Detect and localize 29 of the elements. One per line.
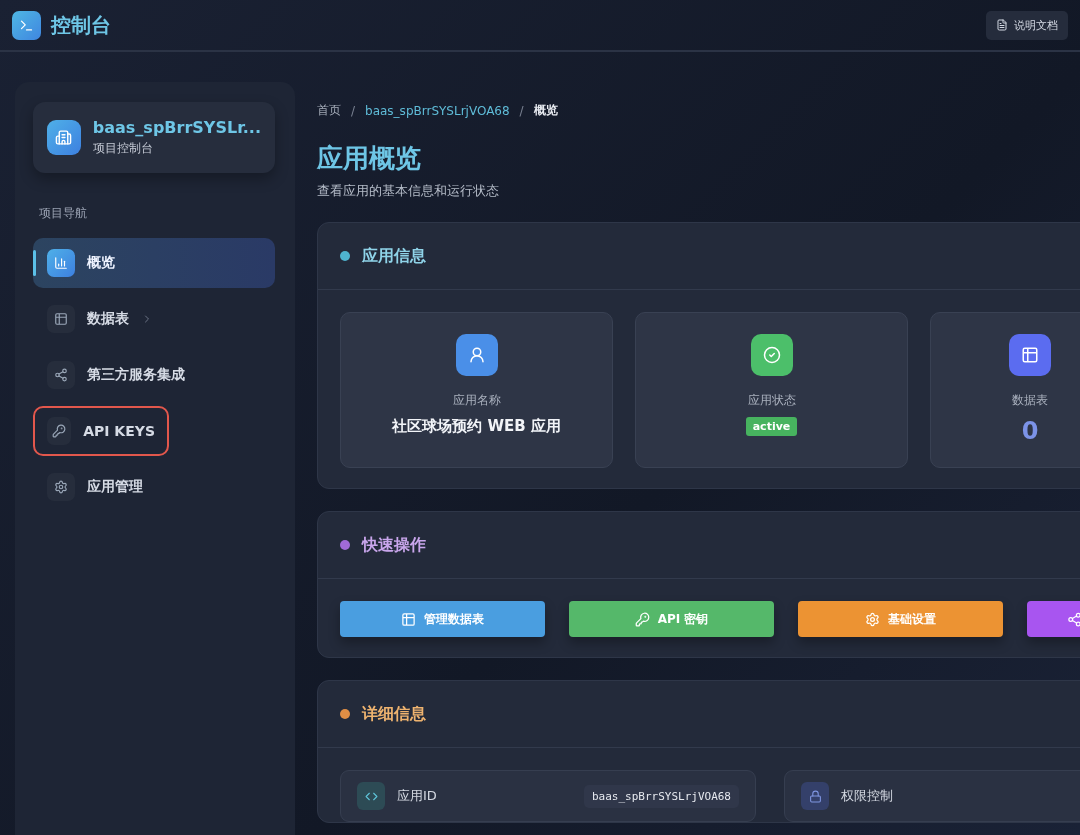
page-title: 应用概览 <box>317 142 422 175</box>
nav-item[interactable]: 第三方服务集成 <box>33 350 275 400</box>
status-badge: active <box>745 417 798 436</box>
project-subtitle: 项目控制台 <box>92 140 154 157</box>
project-name: baas_spBrrSYSLr... <box>92 118 261 137</box>
nav-item[interactable]: 应用管理 <box>33 462 275 512</box>
section-label: 项目导航 <box>39 205 88 222</box>
panel-title: 详细信息 <box>362 703 426 725</box>
breadcrumb-separator: / <box>519 103 524 118</box>
docs-button[interactable]: 说明文档 <box>986 10 1068 40</box>
info-label: 应用名称 <box>452 392 501 409</box>
app-title: 控制台 <box>51 11 111 39</box>
info-label: 应用状态 <box>747 392 796 409</box>
detail-value: baas_spBrrSYSLrjVOA68 <box>583 784 739 808</box>
info-label: 数据表 <box>1012 392 1048 409</box>
detail-label: 权限控制 <box>841 787 894 805</box>
breadcrumb-item: 概览 <box>533 102 558 119</box>
breadcrumb-separator: / <box>351 103 356 118</box>
breadcrumb-item: 首页 <box>317 102 341 119</box>
page-subtitle: 查看应用的基本信息和运行状态 <box>317 182 500 200</box>
nav-item[interactable]: API KEYS <box>33 406 169 456</box>
breadcrumb-item[interactable]: baas_spBrrSYSLrjVOA68 <box>365 103 510 118</box>
panel-title: 应用信息 <box>362 245 426 267</box>
detail-label: 应用ID <box>397 787 438 805</box>
panel-title: 快速操作 <box>362 534 426 556</box>
info-count: 0 <box>1021 417 1039 445</box>
nav-item[interactable]: 概览 <box>33 238 275 288</box>
info-value: 社区球场预约 WEB 应用 <box>392 417 561 436</box>
nav-item[interactable]: 数据表 <box>33 294 275 344</box>
